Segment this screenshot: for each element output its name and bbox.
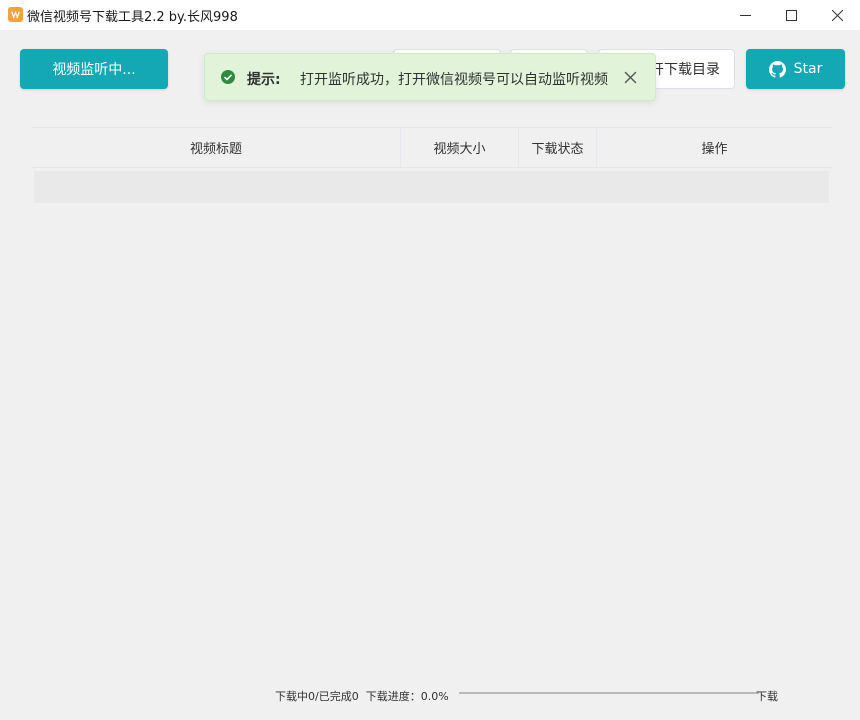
toast-message: 打开监听成功，打开微信视频号可以自动监听视频: [300, 72, 608, 88]
listen-button[interactable]: 视频监听中...: [20, 49, 168, 89]
close-icon[interactable]: [624, 71, 637, 84]
title-bar: 微信视频号下载工具2.2 by.长风998: [0, 0, 860, 30]
video-table-header: 视频标题 视频大小 下载状态 操作: [32, 127, 832, 168]
column-header-title: 视频标题: [32, 128, 401, 167]
download-count: 下载中0/已完成0: [275, 690, 359, 703]
github-icon: [768, 60, 786, 78]
check-circle-icon: [221, 70, 235, 84]
table-empty-row: [34, 171, 829, 203]
maximize-button[interactable]: [768, 0, 814, 30]
star-button[interactable]: Star: [746, 49, 845, 89]
column-header-size: 视频大小: [401, 128, 519, 167]
download-progress-label: 下载进度：0.0%: [365, 690, 449, 703]
close-icon: [831, 9, 843, 21]
column-header-status: 下载状态: [519, 128, 597, 167]
success-toast: 提示: 打开监听成功，打开微信视频号可以自动监听视频: [204, 53, 656, 101]
download-status: 下载中0/已完成0 下载进度：0.0%: [275, 688, 449, 704]
app-logo-icon: [8, 7, 23, 22]
close-window-button[interactable]: [814, 0, 860, 30]
footer-right-label: 下载: [756, 690, 778, 703]
maximize-icon: [785, 9, 797, 21]
window-title: 微信视频号下载工具2.2 by.长风998: [27, 10, 238, 25]
star-button-label: Star: [793, 61, 823, 77]
column-header-action: 操作: [701, 142, 728, 157]
download-progress-bar: [459, 692, 759, 694]
toast-title: 提示:: [247, 72, 281, 88]
listen-button-label: 视频监听中...: [52, 62, 136, 78]
minimize-icon: [739, 14, 751, 16]
minimize-button[interactable]: [722, 0, 768, 30]
